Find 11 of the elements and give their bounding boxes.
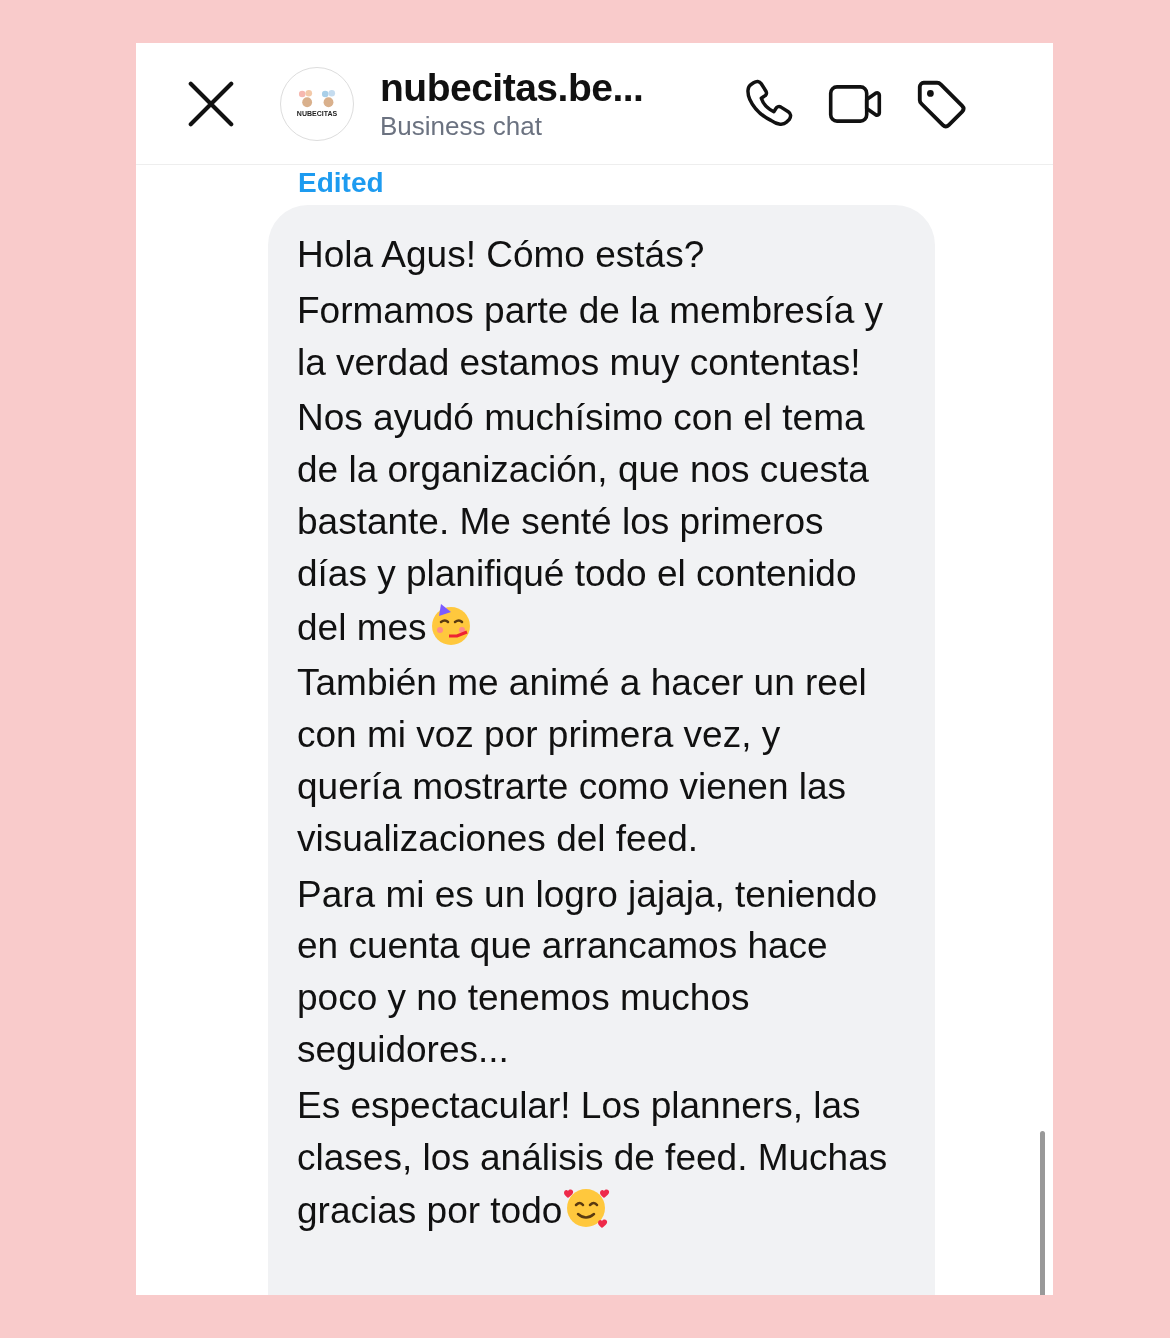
message-text: Para mi es un logro jajaja, teniendo en cuenta que arrancamos hace poco y no tenemos muchos seguidores... xyxy=(297,872,879,1072)
chat-subtitle: Business chat xyxy=(380,109,543,142)
message-text: Formamos parte de la membresía y la verdad estamos muy contentas! xyxy=(297,288,885,385)
message-text: También me animé a hacer un reel con mi voz por primera vez, y quería mostrarte como vienen las visualizaciones del feed. xyxy=(297,661,868,861)
message-text: Nos ayudó muchísimo con el tema de la organización, que nos cuesta bastante. Me senté los primeros días y planifiqué todo el contenido del mes xyxy=(297,396,870,650)
message-text: Hola Agus! Cómo estás? xyxy=(297,233,706,277)
scrollbar[interactable] xyxy=(1040,1131,1045,1295)
close-icon[interactable] xyxy=(188,80,234,127)
edited-label: Edited xyxy=(298,167,384,199)
message-text: Es espectacular! Los planners, las clases, los análisis de feed. Muchas gracias por todo xyxy=(297,1083,889,1234)
chat-title: nubecitas.be... xyxy=(380,65,645,110)
